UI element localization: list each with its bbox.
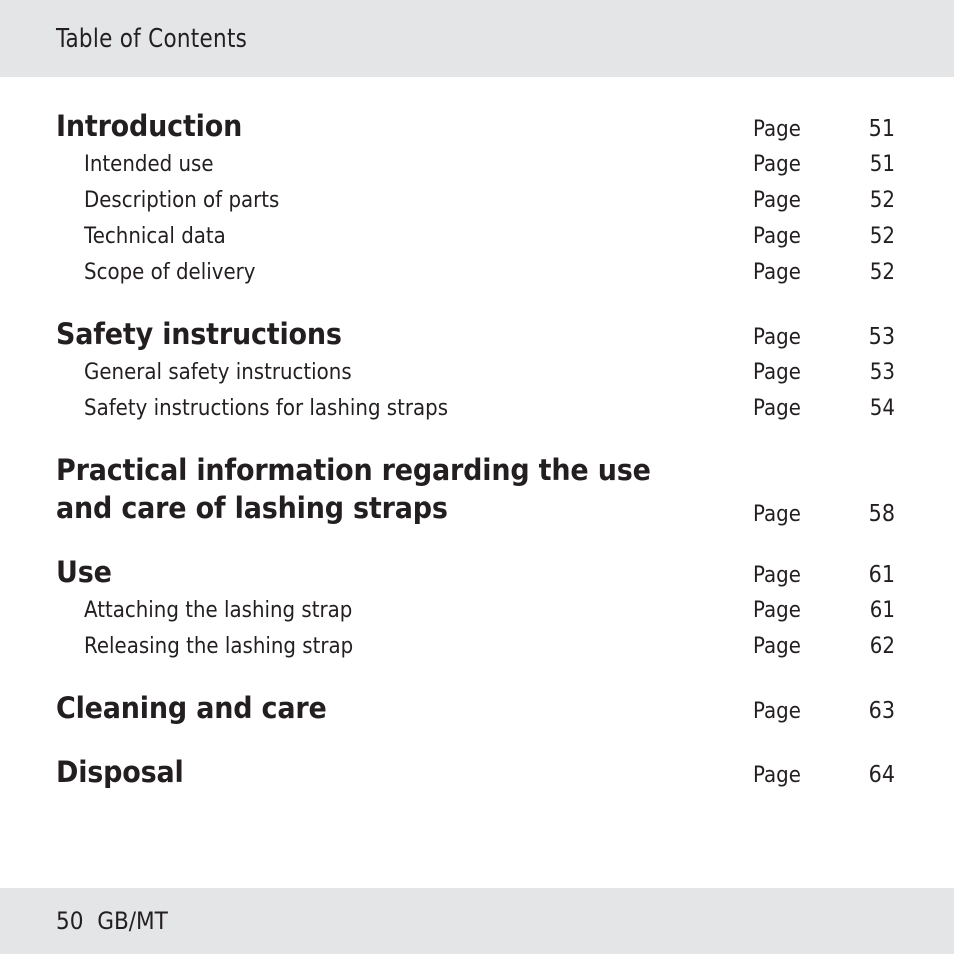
- toc-heading-label-wrap: Use: [56, 553, 753, 591]
- toc-heading-row[interactable]: Introduction Page 51: [56, 107, 895, 145]
- toc-item-label: Technical data: [84, 224, 226, 249]
- page-number: 54: [869, 396, 895, 421]
- page-word-label: Page: [753, 763, 801, 788]
- page-number: 64: [868, 762, 895, 788]
- toc-item-label-wrap: Scope of delivery: [84, 256, 753, 289]
- toc-item-label: Intended use: [84, 152, 214, 177]
- toc-heading-label-wrap: Cleaning and care: [56, 689, 753, 727]
- page-word-label: Page: [753, 634, 801, 659]
- toc-group-introduction: Introduction Page 51 Intended use Page 5…: [56, 107, 895, 289]
- toc-item-label: General safety instructions: [84, 360, 352, 385]
- toc-group-safety-instructions: Safety instructions Page 53 General safe…: [56, 315, 895, 425]
- dot-leader: [382, 378, 753, 379]
- dot-leader: [117, 581, 753, 582]
- toc-heading-label-wrap: Disposal: [56, 753, 753, 791]
- page-word-label: Page: [753, 117, 801, 142]
- page-number: 61: [868, 562, 895, 588]
- page-number: 51: [868, 116, 895, 142]
- toc-item-label-wrap: Description of parts: [84, 184, 753, 217]
- toc-heading-row[interactable]: Use Page 61: [56, 553, 895, 591]
- toc-heading-label: Safety instructions: [56, 317, 342, 351]
- page-number: 62: [869, 634, 895, 659]
- dot-leader: [229, 170, 753, 171]
- toc-group-use: Use Page 61 Attaching the lashing strap …: [56, 553, 895, 663]
- toc-item-label: Scope of delivery: [84, 260, 256, 285]
- page-word-label: Page: [753, 598, 801, 623]
- toc-heading-label-wrap: Practical information regarding the use …: [56, 451, 753, 527]
- toc-heading-label: Use: [56, 555, 112, 589]
- toc-item-row[interactable]: Releasing the lashing strap Page 62: [56, 630, 895, 663]
- toc-heading-label: Introduction: [56, 109, 243, 143]
- dot-leader: [348, 717, 753, 718]
- toc-heading-label: Practical information regarding the use …: [56, 453, 651, 525]
- toc-item-row[interactable]: Scope of delivery Page 52: [56, 256, 895, 289]
- toc-heading-row[interactable]: Safety instructions Page 53: [56, 315, 895, 353]
- toc-item-label-wrap: General safety instructions: [84, 356, 753, 389]
- page-word-label: Page: [753, 188, 801, 213]
- toc-item-label-wrap: Attaching the lashing strap: [84, 594, 753, 627]
- toc-page: Table of Contents Introduction Page 51 I…: [0, 0, 954, 954]
- dot-leader: [364, 343, 753, 344]
- toc-item-label: Releasing the lashing strap: [84, 634, 354, 659]
- toc-item-row[interactable]: General safety instructions Page 53: [56, 356, 895, 389]
- toc-item-row[interactable]: Safety instructions for lashing straps P…: [56, 392, 895, 425]
- dot-leader: [490, 414, 754, 415]
- toc-item-row[interactable]: Description of parts Page 52: [56, 184, 895, 217]
- page-word-label: Page: [753, 396, 801, 421]
- toc-item-label-wrap: Intended use: [84, 148, 753, 181]
- footer-page-indicator: 50 GB/MT: [56, 907, 168, 935]
- toc-content: Introduction Page 51 Intended use Page 5…: [0, 77, 954, 888]
- toc-group-disposal: Disposal Page 64: [56, 753, 895, 791]
- page-word-label: Page: [753, 152, 801, 177]
- toc-item-label: Attaching the lashing strap: [84, 598, 353, 623]
- page-number: 51: [869, 152, 895, 177]
- toc-item-row[interactable]: Intended use Page 51: [56, 148, 895, 181]
- toc-item-row[interactable]: Attaching the lashing strap Page 61: [56, 594, 895, 627]
- page-word-label: Page: [753, 699, 801, 724]
- toc-item-label: Safety instructions for lashing straps: [84, 396, 449, 421]
- dot-leader: [384, 652, 753, 653]
- toc-item-label: Description of parts: [84, 188, 280, 213]
- page-number: 58: [868, 501, 895, 527]
- toc-heading-label-wrap: Introduction: [56, 107, 753, 145]
- dot-leader: [383, 616, 753, 617]
- dot-leader: [276, 278, 753, 279]
- toc-heading-row[interactable]: Cleaning and care Page 63: [56, 689, 895, 727]
- page-number: 53: [869, 360, 895, 385]
- toc-group-practical-information: Practical information regarding the use …: [56, 451, 895, 527]
- dot-leader: [194, 781, 753, 782]
- page-word-label: Page: [753, 224, 801, 249]
- page-word-label: Page: [753, 260, 801, 285]
- toc-heading-row[interactable]: Practical information regarding the use …: [56, 451, 895, 527]
- dot-leader: [243, 242, 753, 243]
- dot-leader: [302, 206, 753, 207]
- page-word-label: Page: [753, 360, 801, 385]
- page-number: 52: [869, 260, 895, 285]
- toc-item-row[interactable]: Technical data Page 52: [56, 220, 895, 253]
- toc-heading-label: Disposal: [56, 755, 184, 789]
- dot-leader: [257, 135, 753, 136]
- page-number: 53: [868, 324, 895, 350]
- page-footer: 50 GB/MT: [0, 888, 954, 954]
- toc-item-label-wrap: Releasing the lashing strap: [84, 630, 753, 663]
- page-number: 61: [869, 598, 895, 623]
- toc-heading-label-wrap: Safety instructions: [56, 315, 753, 353]
- toc-group-cleaning-and-care: Cleaning and care Page 63: [56, 689, 895, 727]
- toc-item-label-wrap: Technical data: [84, 220, 753, 253]
- toc-heading-label: Cleaning and care: [56, 691, 327, 725]
- page-number: 52: [869, 188, 895, 213]
- page-title: Table of Contents: [56, 23, 248, 54]
- page-word-label: Page: [753, 325, 801, 350]
- toc-heading-row[interactable]: Disposal Page 64: [56, 753, 895, 791]
- page-word-label: Page: [753, 502, 801, 527]
- page-number: 63: [868, 698, 895, 724]
- page-word-label: Page: [753, 563, 801, 588]
- page-header: Table of Contents: [0, 0, 954, 77]
- page-number: 52: [869, 224, 895, 249]
- toc-item-label-wrap: Safety instructions for lashing straps: [84, 392, 753, 425]
